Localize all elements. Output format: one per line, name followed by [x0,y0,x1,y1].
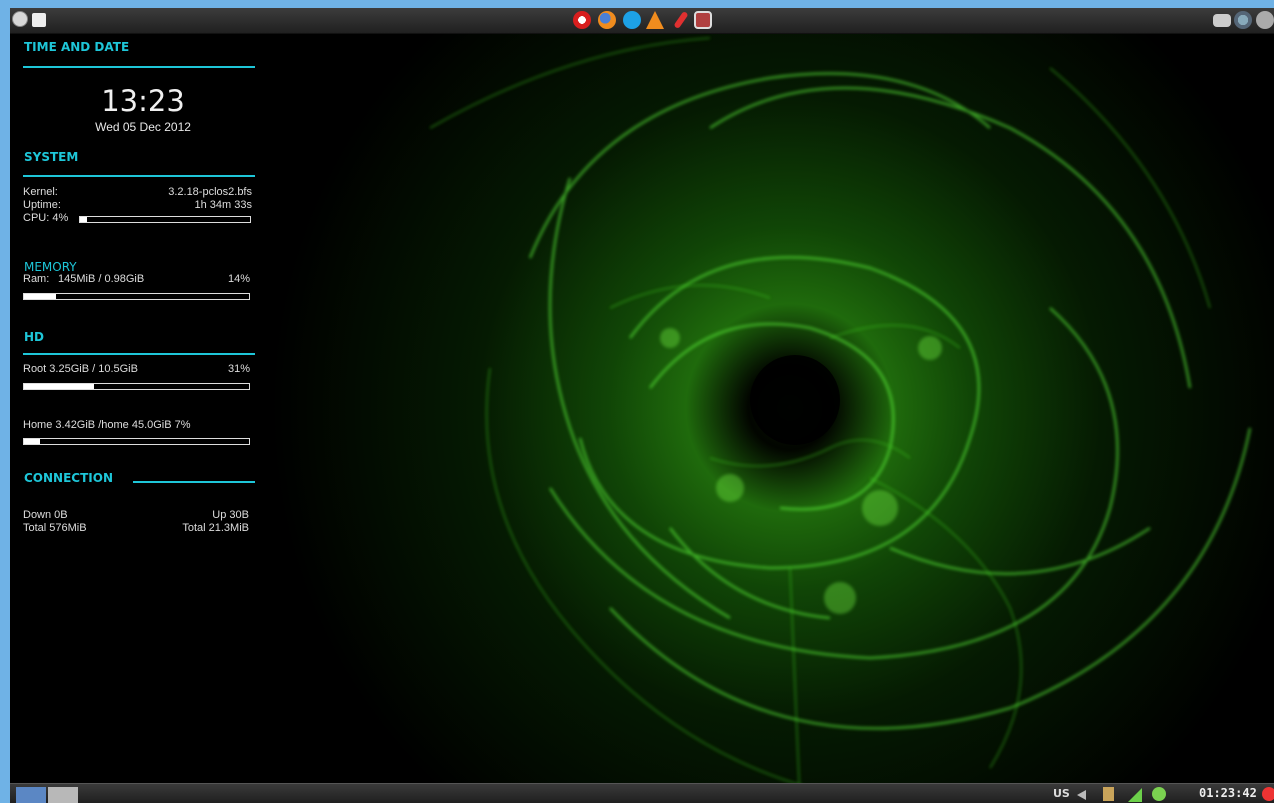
pclinuxos-menu-icon[interactable] [12,11,28,27]
firefox-icon[interactable] [598,11,616,29]
power-icon[interactable] [1262,787,1274,801]
connection-heading: CONNECTION [24,471,113,485]
volume-icon[interactable] [1077,790,1086,800]
workspace-2-button[interactable] [48,787,78,803]
workspace-1-button[interactable] [16,787,46,803]
ram-percent: 14% [227,273,250,285]
show-desktop-icon[interactable] [32,13,46,27]
uptime-label: Uptime: [23,199,61,211]
monitor-icon[interactable] [1213,14,1231,27]
upload-speed: Up 30B [212,509,249,521]
home-bar-fill [24,439,40,444]
memory-heading: MEMORY [24,260,77,274]
panel-clock[interactable]: 01:23:42 [1199,786,1257,800]
download-speed: Down 0B [23,509,68,521]
settings-icon[interactable] [1256,11,1274,29]
network-signal-icon[interactable] [1128,788,1142,802]
skype-icon[interactable] [623,11,641,29]
ram-value: 145MiB / 0.98GiB [58,273,145,285]
conky-time: 13:23 [101,84,185,118]
network-globe-icon[interactable] [1234,11,1252,29]
cpu-bar-fill [80,217,87,222]
clipboard-icon[interactable] [1103,787,1114,801]
vlc-icon[interactable] [646,11,664,29]
home-bar [23,438,250,445]
cpu-bar [79,216,251,223]
ram-bar [23,293,250,300]
ram-label: Ram: [23,273,50,285]
home-usage: Home 3.42GiB /home 45.0GiB 7% [23,419,191,431]
root-bar-fill [24,384,94,389]
kernel-value: 3.2.18-pclos2.bfs [168,186,252,198]
hd-heading: HD [24,330,45,344]
time-date-rule [23,66,255,68]
ram-bar-fill [24,294,56,299]
total-upload: Total 21.3MiB [182,522,249,534]
time-date-heading: TIME AND DATE [24,40,130,54]
bottom-panel: US 01:23:42 [10,783,1274,803]
root-bar [23,383,250,390]
update-check-icon[interactable] [1152,787,1166,801]
opera-icon[interactable] [573,11,591,29]
root-usage: Root 3.25GiB / 10.5GiB [23,363,138,375]
conky-date: Wed 05 Dec 2012 [95,120,191,134]
uptime-value: 1h 34m 33s [194,199,252,211]
hd-rule [23,353,255,355]
top-panel [10,8,1274,34]
cpu-label: CPU: 4% [23,212,69,224]
connection-rule [133,481,255,483]
system-rule [23,175,255,177]
system-heading: SYSTEM [24,150,79,164]
kernel-label: Kernel: [23,186,58,198]
text-editor-icon[interactable] [673,10,689,30]
root-percent: 31% [227,363,250,375]
keyboard-layout-indicator[interactable]: US [1053,787,1070,800]
desktop-screen: TIME AND DATE 13:23 Wed 05 Dec 2012 SYST… [10,8,1274,803]
total-download: Total 576MiB [23,522,87,534]
package-manager-icon[interactable] [694,11,712,29]
